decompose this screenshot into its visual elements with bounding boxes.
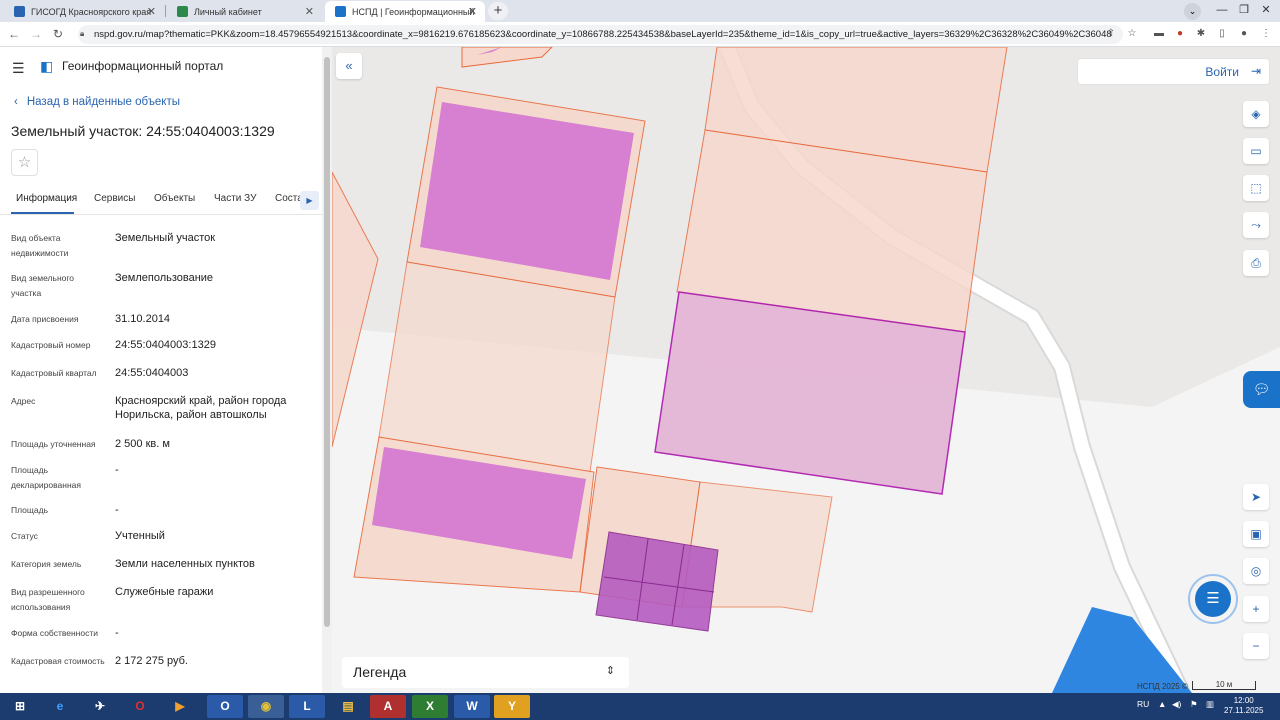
lock-icon[interactable]: 🔒︎ [80,29,89,38]
word-icon[interactable]: W [454,695,490,718]
object-info-panel: ☰ ◧ Геоинформационный портал ‹ Назад в на… [0,47,322,693]
new-tab-button[interactable]: + [488,2,508,20]
gisogd-favicon-icon [14,6,25,17]
share-icon[interactable]: ⇪ [1104,27,1118,41]
tab-parts[interactable]: Части ЗУ [214,193,256,204]
tab-objects[interactable]: Объекты [154,193,195,204]
portal-title[interactable]: Геоинформационный портал [62,59,223,73]
layers-button[interactable]: ◈ [1243,101,1269,127]
tab-separator [165,5,166,17]
close-tab-icon[interactable]: ✕ [147,5,156,18]
geolocation-button[interactable]: ➤ [1243,484,1269,510]
browser-tab-gisogd[interactable]: ГИСОГД Красноярского края ✕ [4,1,164,22]
scale-bar: 10 м [1192,681,1256,690]
url-field[interactable]: nspd.gov.ru/map?thematic=PKK&zoom=18.457… [78,25,1123,44]
menu-icon[interactable]: ☰ [12,60,25,77]
extensions-puzzle-icon[interactable]: ✱ [1194,27,1208,41]
tab-services[interactable]: Сервисы [94,193,135,204]
login-icon: ⇥ [1250,64,1261,78]
locate-button[interactable]: ◎ [1243,558,1269,584]
close-window-icon[interactable]: ✕ [1252,0,1280,22]
media-player-icon[interactable]: ▶ [162,695,198,718]
chat-side-button[interactable]: 💬︎ [1243,371,1280,408]
forward-icon[interactable]: → [28,26,44,42]
outlook-icon[interactable]: O [207,695,243,718]
extension-red-icon[interactable]: ● [1173,27,1187,41]
garage-blocks [595,531,719,632]
excel-icon[interactable]: X [412,695,448,718]
favorite-star-button[interactable]: ☆ [11,149,38,176]
browser-tab-nspd[interactable]: НСПД | Геоинформационный п... ✕ [325,1,485,22]
share-button[interactable]: ⤳ [1243,212,1269,238]
volume-icon[interactable]: ◀︎) [1172,699,1181,710]
extension-vpn-icon[interactable]: ▬ [1152,27,1166,41]
back-icon[interactable]: ← [6,26,22,42]
nspd-favicon-icon [335,6,346,17]
browser-tab-cabinet[interactable]: Личный кабинет ✕ [167,1,322,22]
zoom-out-button[interactable]: − [1243,633,1269,659]
chat-assistant-button[interactable]: ☰ [1188,574,1238,624]
system-clock[interactable]: 12:00 27.11.2025 [1224,696,1263,716]
minimap-button[interactable]: ▣ [1243,521,1269,547]
portal-logo-icon[interactable]: ◧ [40,58,54,74]
chevron-left-icon: ‹ [14,96,18,108]
profile-icon[interactable]: ● [1237,27,1251,41]
expand-icon: ⇕ [605,665,615,677]
login-button[interactable]: Войти ⇥ [1077,58,1270,85]
tabs-scroll-right-icon[interactable]: ▶ [300,191,319,210]
back-to-results-link[interactable]: ‹ Назад в найденные объекты [14,96,180,108]
tab-information[interactable]: Информация [16,193,77,204]
active-tab-indicator [11,212,74,214]
cabinet-favicon-icon [177,6,188,17]
legend-panel[interactable]: Легенда ⇕ [342,657,629,688]
explorer-folder-icon[interactable]: ▤ [330,695,366,718]
close-tab-icon[interactable]: ✕ [305,5,314,18]
browser-tab-strip: ГИСОГД Красноярского края ✕ Личный кабин… [0,0,1280,22]
lync-icon[interactable]: L [289,695,325,718]
collapse-panel-button[interactable]: « [336,53,362,79]
opera-icon[interactable]: O [122,695,158,718]
network-icon[interactable]: ▥ [1206,699,1214,710]
language-indicator[interactable]: RU [1137,699,1149,709]
yandex-browser-icon[interactable]: Y [494,695,530,718]
ie-icon[interactable]: e [42,695,78,718]
copyright-text: НСПД 2025 © [1137,682,1188,691]
close-tab-icon[interactable]: ✕ [468,5,477,18]
reload-icon[interactable]: ↻ [50,26,66,42]
os-taskbar: ⊞ e ✈ O ▶ O ◉ L ▤ A X W Y RU ▲ ◀︎) ⚑ ▥ 1… [0,693,1280,720]
address-bar-row: ← → ↻ nspd.gov.ru/map?thematic=PKK&zoom=… [0,22,1280,47]
map-layers [332,47,1280,693]
tab-search-icon[interactable]: ⌄ [1184,3,1201,20]
panel-scrollbar-thumb[interactable] [324,57,330,627]
flag-icon[interactable]: ⚑ [1190,699,1198,710]
print-button[interactable]: ⎙ [1243,250,1269,276]
app-bird-icon[interactable]: ✈ [82,695,118,718]
tab-composition[interactable]: Соста... [275,193,300,204]
area-select-button[interactable]: ⬚ [1243,175,1269,201]
acrobat-icon[interactable]: A [370,695,406,718]
parcel-b [378,261,616,473]
chat-icon: ☰ [1195,581,1231,617]
zoom-in-button[interactable]: + [1243,596,1269,622]
object-tabs: Информация Сервисы Объекты Части ЗУ Сост… [0,187,322,215]
side-panel-icon[interactable]: ▯ [1215,27,1229,41]
tray-arrow-icon[interactable]: ▲ [1158,699,1166,709]
object-title: Земельный участок: 24:55:0404003:1329 [11,123,275,139]
chrome-icon[interactable]: ◉ [248,695,284,718]
windows-start-icon[interactable]: ⊞ [2,695,38,718]
map-canvas[interactable] [332,47,1280,693]
ruler-button[interactable]: ▭ [1243,138,1269,164]
bookmark-star-icon[interactable]: ☆ [1125,27,1139,41]
browser-menu-icon[interactable]: ⋮ [1259,27,1273,41]
